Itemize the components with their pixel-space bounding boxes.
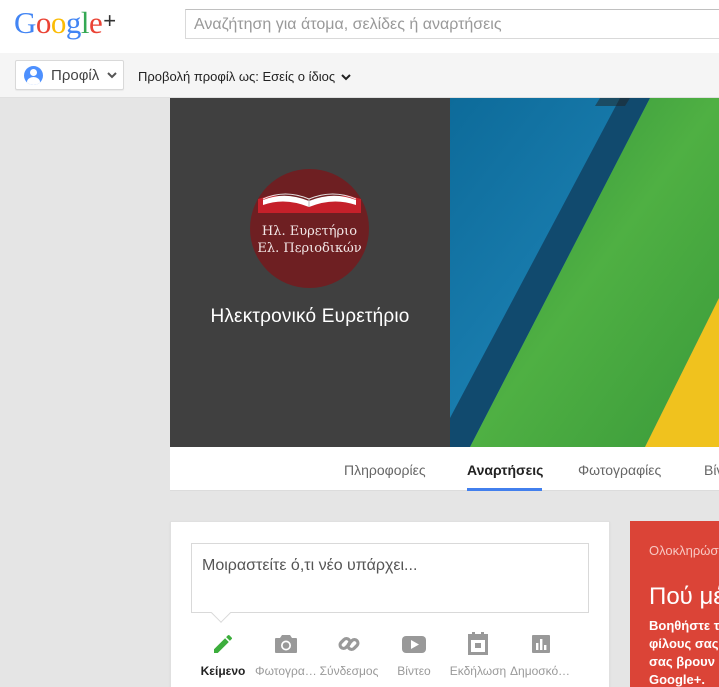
cover-photo[interactable] bbox=[450, 98, 719, 447]
share-poll-button[interactable]: Δημοσκόπηση bbox=[510, 632, 572, 678]
avatar-text-line2: Ελ. Περιοδικών bbox=[257, 241, 362, 256]
logo-plus: + bbox=[103, 8, 116, 33]
profile-tabs: Πληροφορίες Αναρτήσεις Φωτογραφίες Βίντε… bbox=[170, 447, 719, 491]
share-item-label: Δημοσκόπηση bbox=[510, 664, 572, 678]
complete-profile-card[interactable]: Ολοκληρώστε Πού μένετε; Βοηθήστε τους φί… bbox=[630, 521, 719, 687]
search-input[interactable]: Αναζήτηση για άτομα, σελίδες ή αναρτήσει… bbox=[185, 9, 719, 39]
tab-videos[interactable]: Βίντεο bbox=[704, 462, 719, 478]
share-placeholder: Μοιραστείτε ό,τι νέο υπάρχει... bbox=[202, 557, 418, 574]
logo-letter: l bbox=[80, 5, 90, 40]
chevron-down-icon bbox=[341, 73, 351, 80]
share-photo-button[interactable]: Φωτογραφίες bbox=[255, 632, 317, 678]
promo-heading: Ολοκληρώστε bbox=[649, 543, 719, 558]
share-item-label: Σύνδεσμος bbox=[319, 664, 379, 678]
share-text-input[interactable]: Μοιραστείτε ό,τι νέο υπάρχει... bbox=[191, 543, 589, 613]
profile-subbar: Προφίλ Προβολή προφίλ ως: Εσείς ο ίδιος bbox=[0, 53, 719, 98]
logo-letter: G bbox=[14, 5, 36, 40]
open-book-icon bbox=[258, 193, 361, 213]
cover-photo-image bbox=[450, 98, 719, 447]
camera-icon bbox=[275, 635, 297, 653]
view-profile-as-label: Προβολή προφίλ ως: Εσείς ο ίδιος bbox=[138, 69, 336, 84]
top-bar: Google+ Αναζήτηση για άτομα, σελίδες ή α… bbox=[0, 0, 719, 53]
share-text-button[interactable]: Κείμενο bbox=[192, 632, 254, 678]
logo-letter: g bbox=[65, 5, 82, 40]
profile-identity-panel: Ηλ. Ευρετήριο Ελ. Περιοδικών Ηλεκτρονικό… bbox=[170, 98, 450, 447]
poll-icon bbox=[532, 635, 550, 653]
share-item-label: Φωτογραφίες bbox=[255, 664, 317, 678]
logo-letter: e bbox=[89, 5, 103, 40]
video-icon bbox=[402, 636, 426, 653]
tab-about[interactable]: Πληροφορίες bbox=[344, 462, 426, 478]
logo-letter: o bbox=[50, 5, 67, 40]
google-plus-logo[interactable]: Google+ bbox=[14, 5, 116, 41]
event-icon bbox=[468, 632, 488, 655]
share-box-card: Μοιραστείτε ό,τι νέο υπάρχει... Κείμενο … bbox=[170, 521, 610, 687]
avatar-text-line1: Ηλ. Ευρετήριο bbox=[261, 224, 358, 239]
share-link-button[interactable]: Σύνδεσμος bbox=[318, 632, 380, 678]
promo-body: Βοηθήστε τους φίλους σας να σας βρουν στ… bbox=[649, 618, 719, 687]
active-tab-indicator bbox=[467, 488, 542, 491]
pencil-icon bbox=[214, 634, 233, 653]
share-item-label: Εκδήλωση bbox=[449, 664, 507, 678]
profile-menu-label: Προφίλ bbox=[51, 66, 100, 84]
link-icon bbox=[338, 636, 360, 652]
profile-menu-button[interactable]: Προφίλ bbox=[15, 60, 124, 90]
view-profile-as-dropdown[interactable]: Προβολή προφίλ ως: Εσείς ο ίδιος bbox=[138, 69, 351, 84]
share-video-button[interactable]: Βίντεο bbox=[383, 632, 445, 678]
share-item-label: Βίντεο bbox=[397, 664, 431, 678]
user-avatar-icon bbox=[24, 65, 43, 85]
logo-wordmark: Google bbox=[14, 5, 103, 40]
tab-photos[interactable]: Φωτογραφίες bbox=[578, 462, 661, 478]
profile-avatar[interactable]: Ηλ. Ευρετήριο Ελ. Περιοδικών bbox=[250, 169, 369, 288]
promo-title: Πού μένετε; bbox=[649, 583, 719, 610]
chevron-down-icon bbox=[107, 72, 117, 79]
tab-posts[interactable]: Αναρτήσεις bbox=[467, 462, 543, 478]
profile-cover: Ηλ. Ευρετήριο Ελ. Περιοδικών Ηλεκτρονικό… bbox=[170, 98, 719, 447]
page-title: Ηλεκτρονικό Ευρετήριο bbox=[210, 306, 410, 327]
share-item-label: Κείμενο bbox=[200, 664, 246, 678]
logo-letter: o bbox=[35, 5, 52, 40]
share-event-button[interactable]: Εκδήλωση bbox=[447, 632, 509, 678]
